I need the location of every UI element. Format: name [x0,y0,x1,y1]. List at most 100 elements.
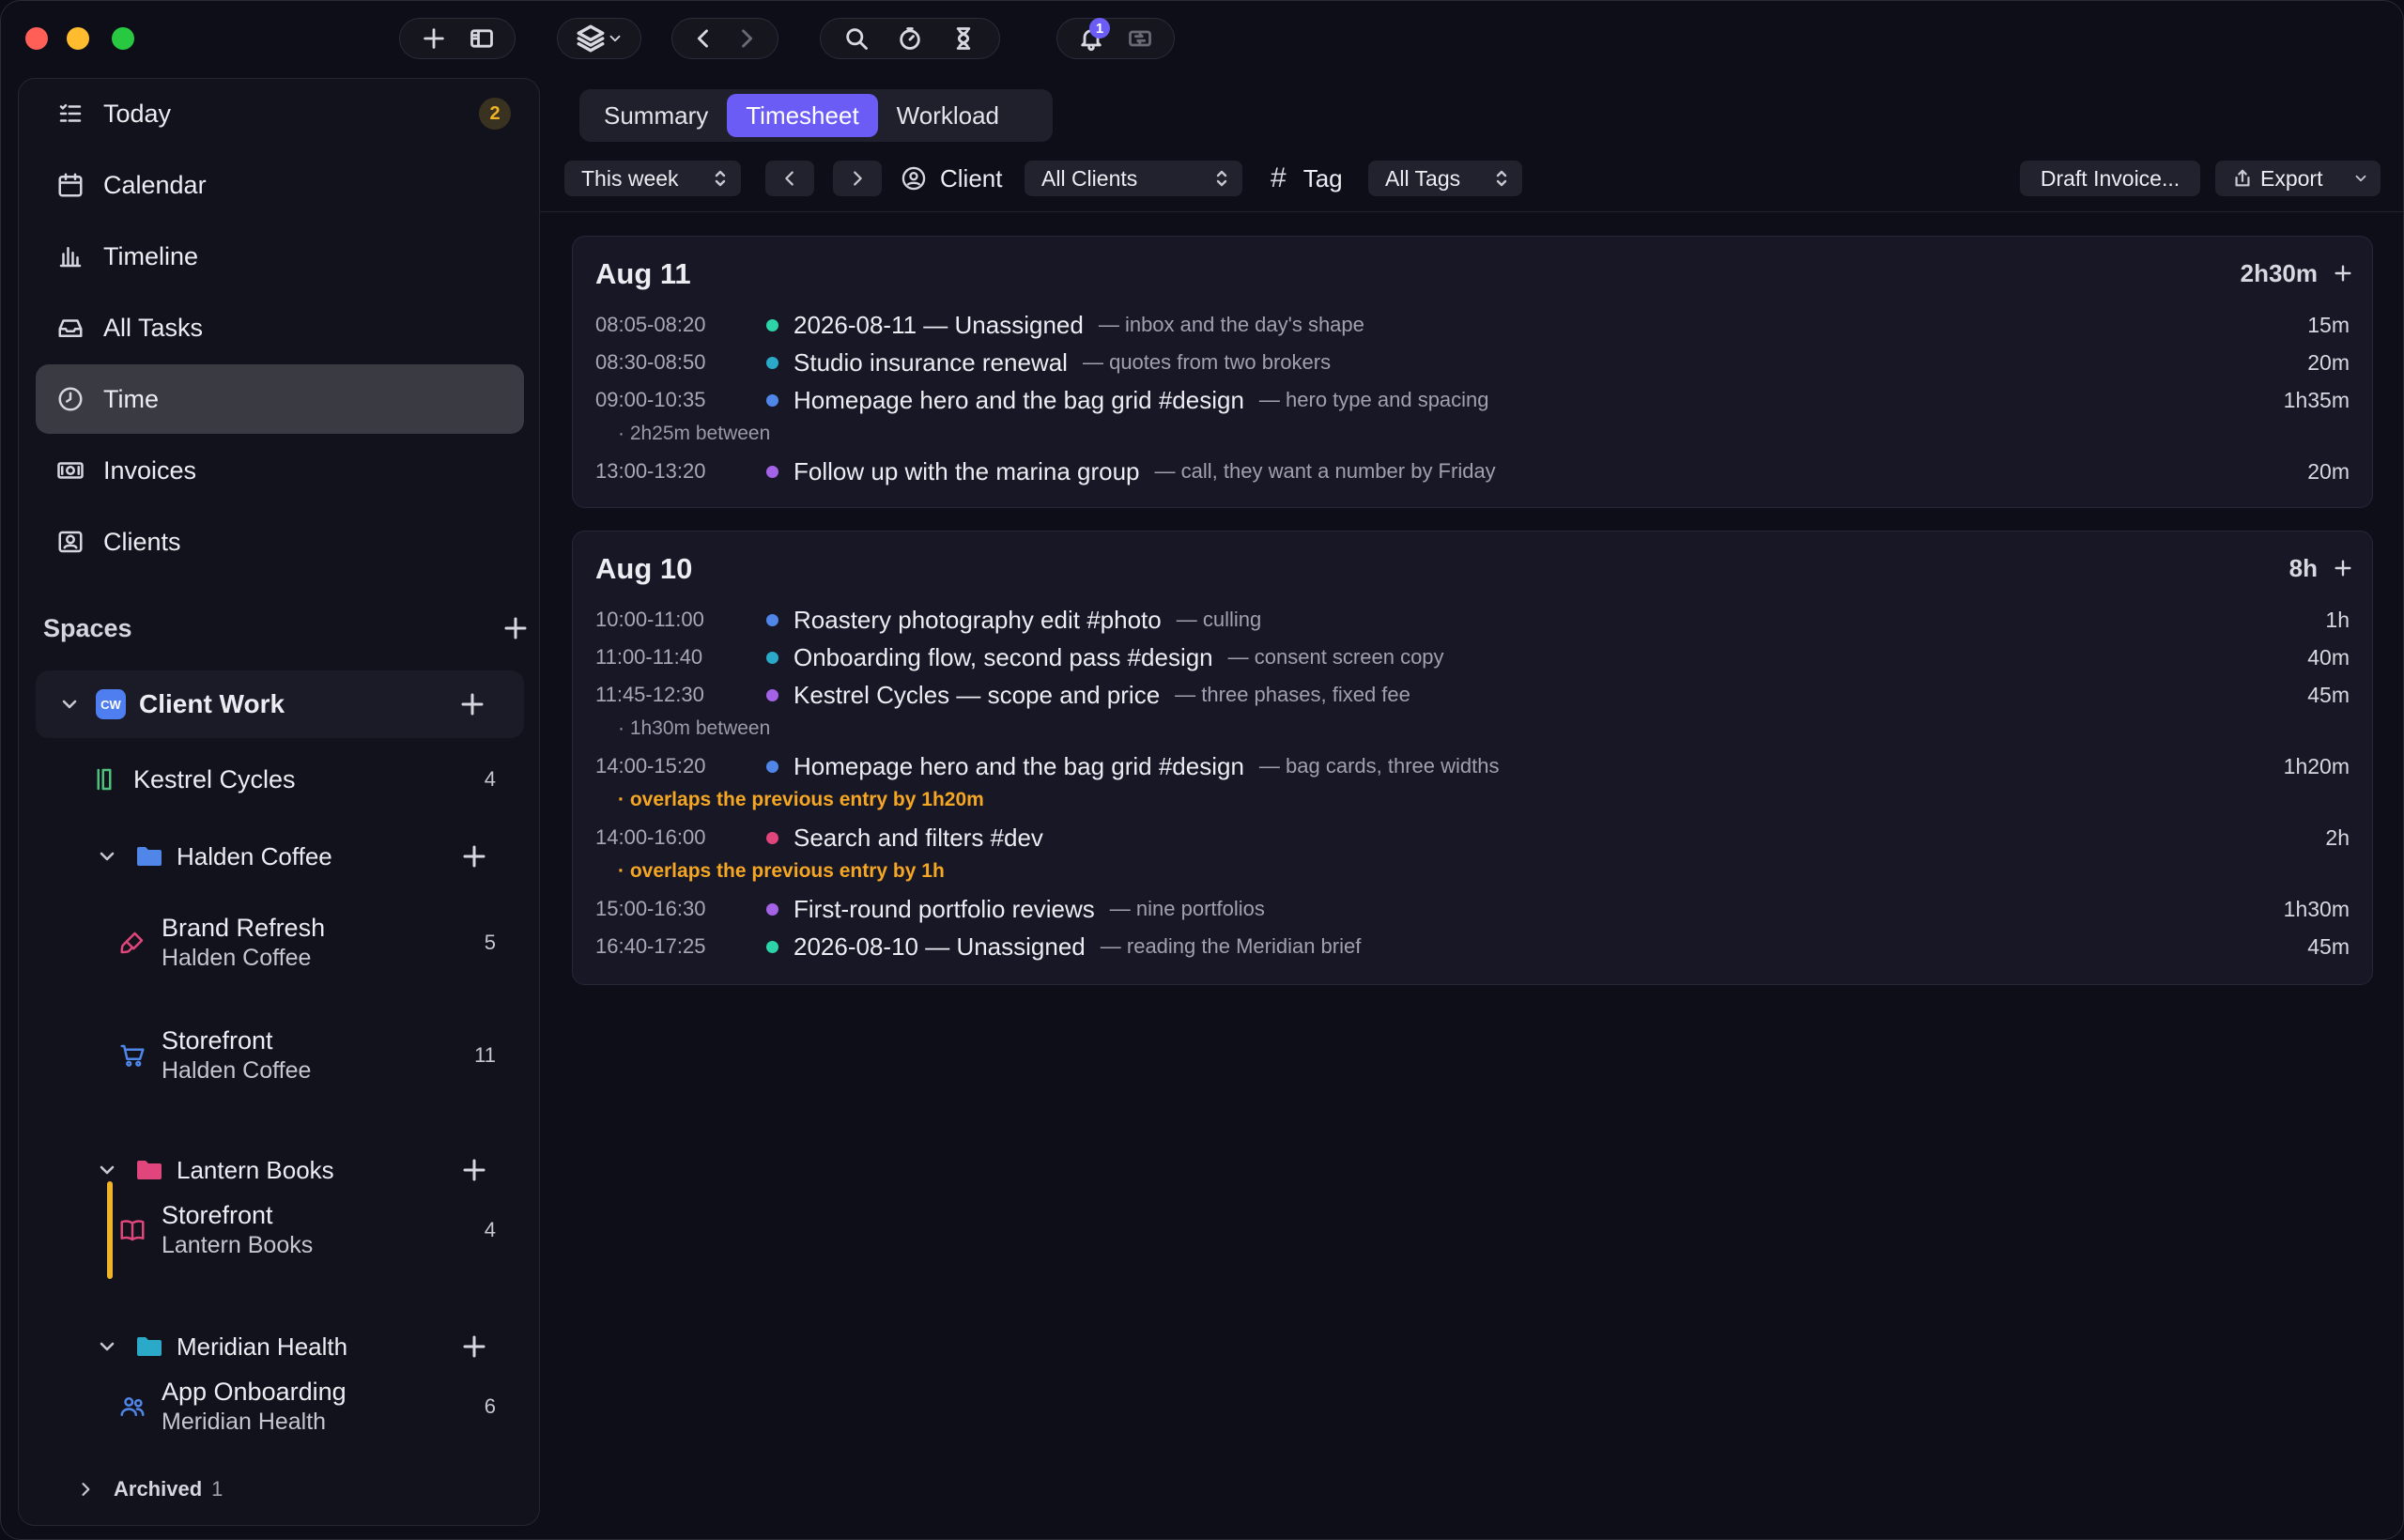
layers-menu-button[interactable] [567,18,631,59]
chevron-down-icon[interactable] [96,845,118,868]
entry-duration: 1h30m [2283,896,2350,921]
new-item-button[interactable] [413,18,455,59]
spaces-header: Spaces [43,605,532,652]
time-entry[interactable]: 14:00-16:00 Search and filters #dev 2h [595,821,2350,855]
minimize-window-button[interactable] [67,27,89,50]
tab-workload[interactable]: Workload [878,94,1018,137]
toggle-sidebar-button[interactable] [461,18,502,59]
sidebar-item-clients[interactable]: Clients [36,507,524,577]
add-to-space-button[interactable] [458,690,486,718]
sidebar-item-time[interactable]: Time [36,364,524,434]
folder-halden-coffee[interactable]: Halden Coffee [19,830,541,883]
entry-title: Homepage hero and the bag grid #design [794,751,1244,780]
project-brand-refresh[interactable]: Brand Refresh Halden Coffee 5 [19,905,541,980]
folder-meridian-health[interactable]: Meridian Health [19,1320,541,1373]
sidebar-item-today[interactable]: Today 2 [36,79,524,148]
chevron-down-icon [2355,175,2366,182]
add-to-folder-button[interactable] [460,842,488,870]
today-count-badge: 2 [479,98,511,130]
sidebar-item-calendar[interactable]: Calendar [36,150,524,220]
add-entry-button[interactable] [2333,263,2353,284]
project-label: Storefront [162,1026,273,1055]
project-color-dot [766,651,778,664]
project-color-dot [766,465,778,478]
forward-button[interactable] [726,18,767,59]
entry-title: Roastery photography edit #photo [794,605,1162,634]
project-count: 4 [484,1218,496,1241]
entry-title: Studio insurance renewal [794,347,1068,377]
gap-note: · 2h25m between [618,423,771,444]
time-entry[interactable]: 15:00-16:30 First-round portfolio review… [595,892,2350,926]
previous-week-button[interactable] [765,161,814,196]
draft-invoice-button[interactable]: Draft Invoice... [2020,161,2200,196]
chevron-down-icon[interactable] [96,1159,118,1181]
project-color-dot [766,831,778,844]
project-client: Halden Coffee [162,945,312,971]
time-entry[interactable]: 14:00-15:20 Homepage hero and the bag gr… [595,749,2350,783]
day-card-aug-11: Aug 11 2h30m 08:05-08:20 2026-08-11 — Un… [572,236,2373,508]
close-window-button[interactable] [25,27,48,50]
space-client-work[interactable]: CW Client Work [36,670,524,738]
project-app-onboarding[interactable]: App Onboarding Meridian Health 6 [19,1369,541,1444]
add-to-folder-button[interactable] [460,1332,488,1361]
users-icon [118,1393,146,1421]
chevron-right-icon [742,29,753,48]
entry-title: 2026-08-10 — Unassigned [794,932,1086,961]
export-button[interactable]: Export [2215,161,2381,196]
entry-time: 10:00-11:00 [595,608,704,631]
timer-button[interactable] [889,18,931,59]
archived-label: Archived [114,1477,203,1501]
back-button[interactable] [683,18,724,59]
chevron-left-icon [785,171,794,186]
entry-note: — reading the Meridian brief [1100,934,1362,958]
plus-icon [423,28,444,49]
entry-duration: 15m [2307,312,2350,337]
entry-title: Follow up with the marina group [794,456,1140,485]
hourglass-button[interactable] [943,18,984,59]
time-entry[interactable]: 16:40-17:25 2026-08-10 — Unassigned — re… [595,930,2350,963]
time-entry[interactable]: 10:00-11:00 Roastery photography edit #p… [595,603,2350,637]
add-space-button[interactable] [501,614,530,642]
export-label: Export [2260,165,2323,191]
sidebar-item-timeline[interactable]: Timeline [36,222,524,291]
tab-summary[interactable]: Summary [585,94,727,137]
entry-time: 13:00-13:20 [595,459,706,483]
tag-select[interactable]: All Tags [1368,161,1522,196]
tag-select-value: All Tags [1385,165,1461,191]
archived-toggle[interactable]: Archived 1 [76,1477,223,1502]
time-entry[interactable]: 13:00-13:20 Follow up with the marina gr… [595,454,2350,488]
main-content: Summary Timesheet Workload This week Cli… [540,76,2403,1539]
sidebar-item-all-tasks[interactable]: All Tasks [36,293,524,362]
date-range-select[interactable]: This week [564,161,741,196]
add-entry-button[interactable] [2333,558,2353,578]
project-storefront-halden[interactable]: Storefront Halden Coffee 11 [19,1018,541,1093]
project-color-dot [766,613,778,626]
entry-note: — quotes from two brokers [1082,350,1332,374]
zoom-window-button[interactable] [112,27,134,50]
hash-icon: # [1271,162,1287,193]
notifications-button[interactable]: 1 [1071,18,1112,59]
project-count: 4 [484,767,496,791]
chevron-down-icon[interactable] [58,693,81,716]
time-entry[interactable]: 09:00-10:35 Homepage hero and the bag gr… [595,383,2350,417]
chevron-down-icon[interactable] [96,1335,118,1358]
time-entry[interactable]: 11:00-11:40 Onboarding flow, second pass… [595,640,2350,674]
project-kestrel-cycles[interactable]: Kestrel Cycles 4 [19,753,541,806]
tab-timesheet[interactable]: Timesheet [727,94,878,137]
project-storefront-lantern[interactable]: Storefront Lantern Books 4 [19,1193,541,1268]
client-select[interactable]: All Clients [1025,161,1242,196]
time-entry[interactable]: 08:05-08:20 2026-08-11 — Unassigned — in… [595,308,2350,342]
entry-duration: 1h35m [2283,387,2350,412]
folder-lantern-books[interactable]: Lantern Books [19,1144,541,1196]
archived-count: 1 [211,1477,223,1501]
add-to-folder-button[interactable] [460,1156,488,1184]
next-week-button[interactable] [833,161,882,196]
project-client: Meridian Health [162,1409,327,1435]
calendar-icon [58,173,83,197]
time-entry[interactable]: 11:45-12:30 Kestrel Cycles — scope and p… [595,678,2350,712]
search-button[interactable] [836,18,877,59]
entry-note: — three phases, fixed fee [1175,683,1410,706]
time-entry[interactable]: 08:30-08:50 Studio insurance renewal — q… [595,346,2350,379]
sync-button[interactable] [1119,18,1161,59]
sidebar-item-invoices[interactable]: Invoices [36,436,524,505]
